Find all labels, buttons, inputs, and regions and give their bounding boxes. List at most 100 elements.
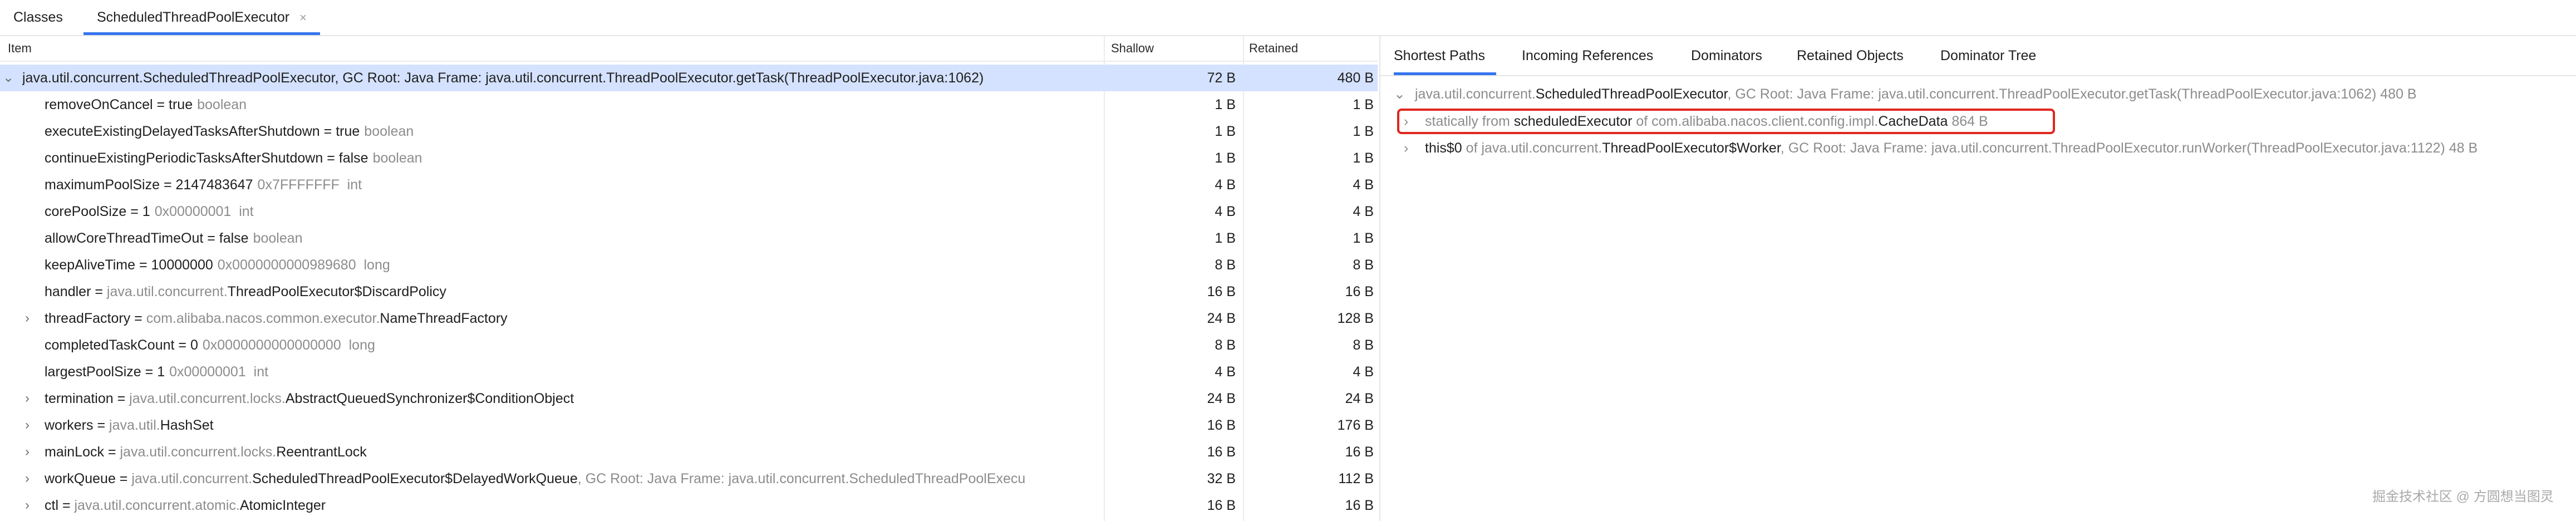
shallow-size: 8 B — [1215, 337, 1236, 353]
table-row[interactable]: largestPoolSize = 1 0x00000001 int 4 B 4 B — [0, 358, 1378, 385]
table-row[interactable]: keepAliveTime = 10000000 0x00000000009896… — [0, 252, 1378, 278]
tab-dominators[interactable]: Dominators — [1691, 36, 1762, 75]
field-type-class: AbstractQueuedSynchronizer$ConditionObje… — [285, 391, 574, 406]
column-header-shallow[interactable]: Shallow — [1111, 36, 1154, 61]
field-type-class: ThreadPoolExecutor$DiscardPolicy — [227, 284, 446, 299]
field-label: continueExistingPeriodicTasksAfterShutdo… — [45, 145, 1138, 171]
chevron-right-icon[interactable]: › — [21, 385, 33, 412]
tab-shortest-paths[interactable]: Shortest Paths — [1394, 36, 1496, 75]
table-row-root-object[interactable]: ⌄ java.util.concurrent.ScheduledThreadPo… — [0, 65, 1378, 91]
field-name: workers = — [45, 417, 110, 433]
paths-panel: Shortest Paths Incoming References Domin… — [1379, 36, 2576, 521]
table-row[interactable]: › termination = java.util.concurrent.lock… — [0, 385, 1378, 412]
retained-size: 4 B — [1353, 364, 1374, 380]
table-row[interactable]: › mainLock = java.util.concurrent.locks.R… — [0, 439, 1378, 465]
chevron-right-icon[interactable]: › — [21, 492, 33, 519]
static-ref-prefix: statically from — [1425, 114, 1510, 129]
shallow-size: 8 B — [1215, 257, 1236, 273]
worker-ref-of: of java.util.concurrent. — [1466, 140, 1602, 156]
field-label: workQueue = java.util.concurrent.Schedul… — [45, 465, 1138, 492]
worker-ref-details: , GC Root: Java Frame: java.util.concurr… — [1780, 140, 2478, 156]
path-static-ref-row[interactable]: › statically from scheduledExecutor of co… — [1404, 108, 1988, 135]
field-type-hint: boolean — [197, 97, 247, 112]
field-type-hint: boolean — [253, 230, 303, 246]
shallow-size: 4 B — [1215, 204, 1236, 219]
path-worker-ref-row[interactable]: › this$0 of java.util.concurrent.ThreadPo… — [1404, 135, 2477, 161]
chevron-down-icon[interactable]: ⌄ — [1394, 81, 1415, 107]
retained-size: 8 B — [1353, 337, 1374, 353]
paths-tab-bar: Shortest Paths Incoming References Domin… — [1380, 36, 2576, 76]
field-label: executeExistingDelayedTasksAfterShutdown… — [45, 118, 1138, 145]
field-type-package: java.util.concurrent. — [131, 471, 253, 486]
column-header-item[interactable]: Item — [8, 36, 32, 61]
table-header: Item Shallow Retained — [0, 36, 1378, 62]
chevron-right-icon[interactable]: › — [21, 305, 33, 332]
shallow-size: 1 B — [1215, 124, 1236, 139]
close-icon[interactable]: × — [299, 11, 307, 24]
tab-incoming-references-label: Incoming References — [1522, 48, 1654, 63]
field-label: completedTaskCount = 0 0x0000000000000000… — [45, 332, 1138, 358]
tab-incoming-references[interactable]: Incoming References — [1522, 36, 1653, 75]
shallow-size: 32 B — [1207, 471, 1236, 486]
field-label: handler = java.util.concurrent.ThreadPoo… — [45, 278, 1138, 305]
field-label: workers = java.util.HashSet — [45, 412, 1138, 439]
table-row[interactable]: removeOnCancel = true boolean 1 B 1 B — [0, 91, 1378, 118]
path-root-row[interactable]: ⌄ java.util.concurrent.ScheduledThreadPoo… — [1394, 81, 2417, 107]
static-ref-field: scheduledExecutor — [1513, 114, 1633, 129]
chevron-right-icon[interactable]: › — [1404, 135, 1425, 161]
path-root-details: , GC Root: Java Frame: java.util.concurr… — [1727, 86, 2417, 102]
table-row[interactable]: › threadFactory = com.alibaba.nacos.commo… — [0, 305, 1378, 332]
shallow-size: 1 B — [1215, 150, 1236, 166]
shallow-size: 16 B — [1207, 284, 1236, 299]
chevron-right-icon[interactable]: › — [1404, 108, 1425, 135]
table-row[interactable]: executeExistingDelayedTasksAfterShutdown… — [0, 118, 1378, 145]
field-type-hint: 0x00000001 int — [154, 204, 254, 219]
shallow-size: 24 B — [1207, 311, 1236, 326]
shallow-size: 1 B — [1215, 230, 1236, 246]
field-name: workQueue = — [45, 471, 132, 486]
field-label: keepAliveTime = 10000000 0x00000000009896… — [45, 252, 1138, 278]
table-row[interactable]: completedTaskCount = 0 0x0000000000000000… — [0, 332, 1378, 358]
chevron-right-icon[interactable]: › — [21, 439, 33, 465]
chevron-down-icon[interactable]: ⌄ — [2, 65, 14, 91]
table-row[interactable]: › ctl = java.util.concurrent.atomic.Atomi… — [0, 492, 1378, 519]
shallow-size: 4 B — [1215, 364, 1236, 380]
table-row[interactable]: › workQueue = java.util.concurrent.Schedu… — [0, 465, 1378, 492]
chevron-right-icon[interactable]: › — [21, 465, 33, 492]
shallow-size: 16 B — [1207, 444, 1236, 460]
column-header-retained[interactable]: Retained — [1249, 36, 1298, 61]
shallow-size: 16 B — [1207, 417, 1236, 433]
table-row[interactable]: handler = java.util.concurrent.ThreadPoo… — [0, 278, 1378, 305]
field-name: continueExistingPeriodicTasksAfterShutdo… — [45, 150, 368, 166]
retained-size: 1 B — [1353, 124, 1374, 139]
static-ref-of: of com.alibaba.nacos.client.config.impl. — [1636, 114, 1879, 129]
field-name: mainLock = — [45, 444, 120, 460]
table-row[interactable]: › workers = java.util.HashSet 16 B 176 B — [0, 412, 1378, 439]
field-type-package: com.alibaba.nacos.common.executor. — [146, 311, 380, 326]
field-type-class: ScheduledThreadPoolExecutor$DelayedWorkQ… — [252, 471, 578, 486]
tab-scheduled-thread-pool-executor[interactable]: ScheduledThreadPoolExecutor × — [83, 0, 320, 35]
field-type-hint: 0x0000000000000000 long — [202, 337, 375, 353]
tab-dominator-tree[interactable]: Dominator Tree — [1940, 36, 2036, 75]
retained-size: 16 B — [1345, 444, 1374, 460]
tab-retained-objects[interactable]: Retained Objects — [1797, 36, 1904, 75]
field-label: corePoolSize = 1 0x00000001 int — [45, 198, 1138, 225]
retained-size: 1 B — [1353, 97, 1374, 112]
field-type-hint: 0x00000001 int — [169, 364, 269, 380]
chevron-right-icon[interactable]: › — [21, 412, 33, 439]
table-row[interactable]: allowCoreThreadTimeOut = false boolean 1 B… — [0, 225, 1378, 252]
table-row[interactable]: corePoolSize = 1 0x00000001 int 4 B 4 B — [0, 198, 1378, 225]
retained-size: 1 B — [1353, 150, 1374, 166]
field-label: ctl = java.util.concurrent.atomic.Atomic… — [45, 492, 1138, 519]
tab-classes[interactable]: Classes — [0, 0, 76, 35]
root-object-label: java.util.concurrent.ScheduledThreadPool… — [22, 70, 984, 86]
field-type-package: java.util.concurrent.locks. — [120, 444, 277, 460]
retained-size: 4 B — [1353, 204, 1374, 219]
field-name: keepAliveTime = 10000000 — [45, 257, 213, 273]
field-name: maximumPoolSize = 2147483647 — [45, 177, 253, 193]
field-type-package: java.util. — [109, 417, 160, 433]
table-row[interactable]: continueExistingPeriodicTasksAfterShutdo… — [0, 145, 1378, 171]
tab-dominators-label: Dominators — [1691, 48, 1762, 63]
tab-dominator-tree-label: Dominator Tree — [1940, 48, 2037, 63]
table-row[interactable]: maximumPoolSize = 2147483647 0x7FFFFFFF i… — [0, 171, 1378, 198]
